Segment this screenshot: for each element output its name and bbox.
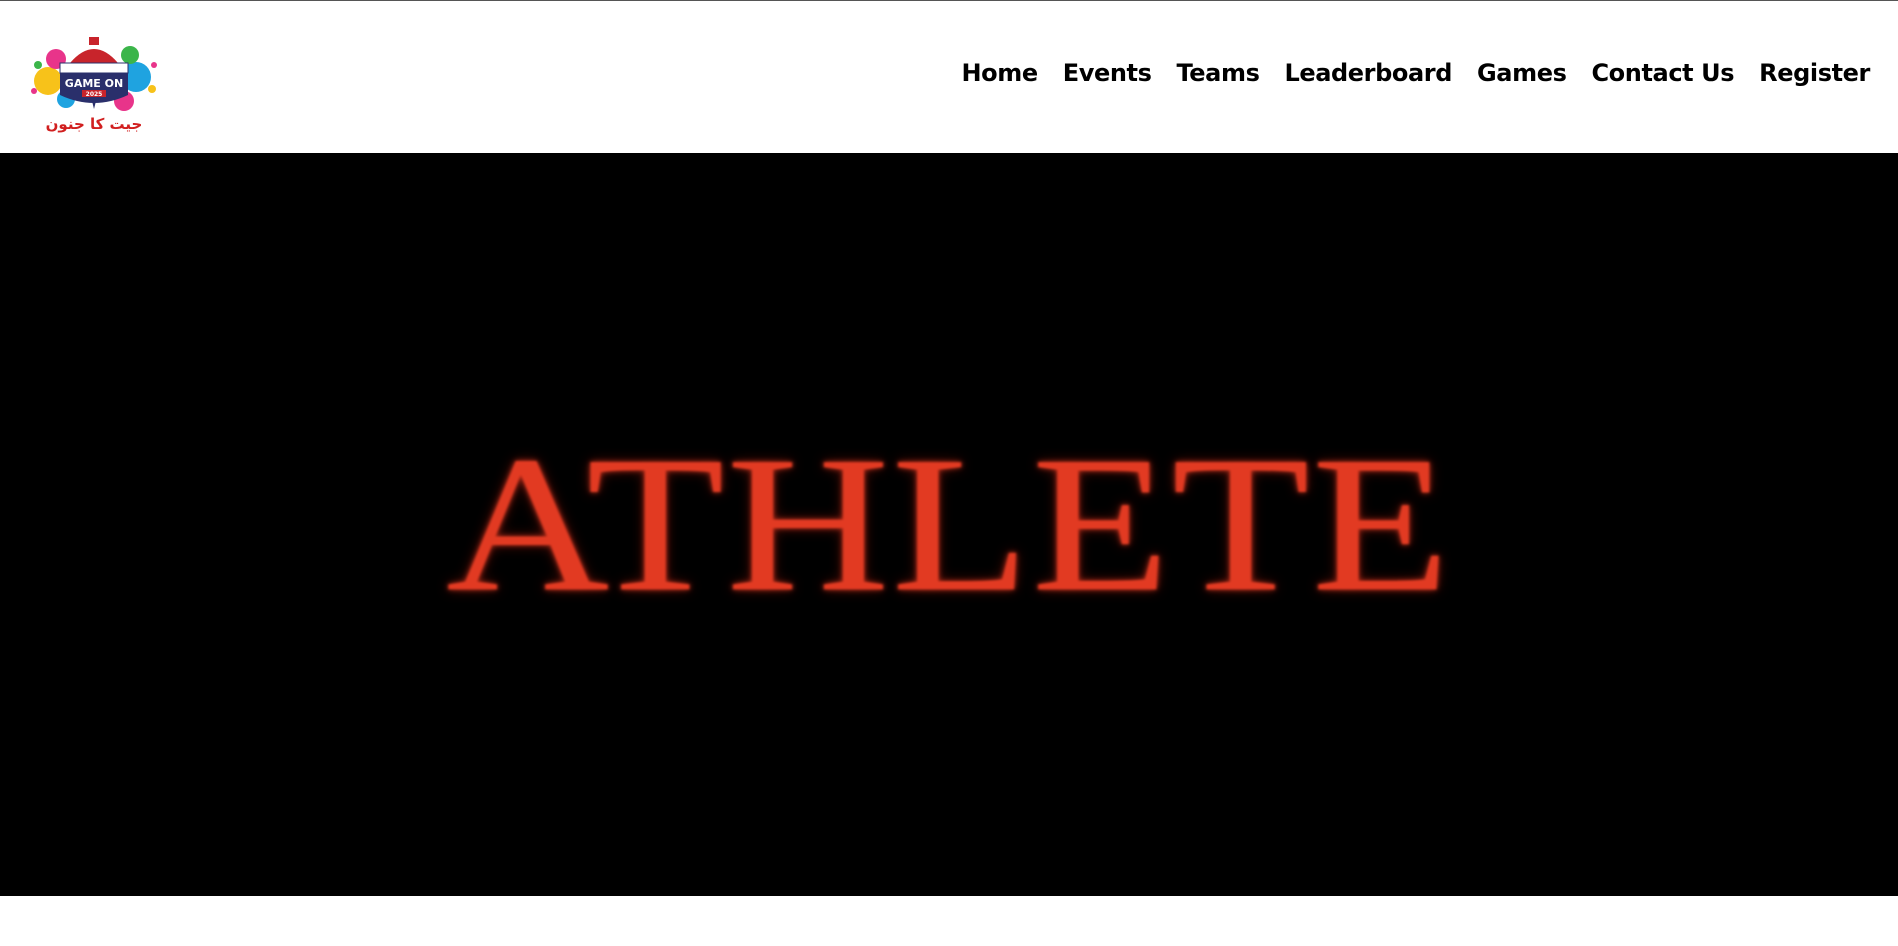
main-nav: Home Events Teams Leaderboard Games Cont… [961,59,1870,87]
page: GAME ON 2025 جیت کا جنون Home Events Tea… [0,0,1898,946]
logo-badge-text: GAME ON [65,77,123,90]
nav-leaderboard[interactable]: Leaderboard [1284,59,1452,87]
nav-home[interactable]: Home [961,59,1038,87]
hero-title: ATHLETE [446,416,1452,632]
nav-teams[interactable]: Teams [1177,59,1260,87]
nav-games[interactable]: Games [1477,59,1567,87]
hero-banner: ATHLETE [0,153,1898,896]
page-bottom-space [0,896,1898,946]
nav-contact-us[interactable]: Contact Us [1591,59,1734,87]
site-header: GAME ON 2025 جیت کا جنون Home Events Tea… [0,1,1898,153]
game-on-logo-icon: GAME ON 2025 جیت کا جنون [31,37,157,133]
nav-events[interactable]: Events [1063,59,1152,87]
site-logo[interactable]: GAME ON 2025 جیت کا جنون [26,29,162,135]
nav-register[interactable]: Register [1759,59,1870,87]
logo-urdu-text: جیت کا جنون [46,115,143,133]
logo-year-text: 2025 [86,91,103,98]
